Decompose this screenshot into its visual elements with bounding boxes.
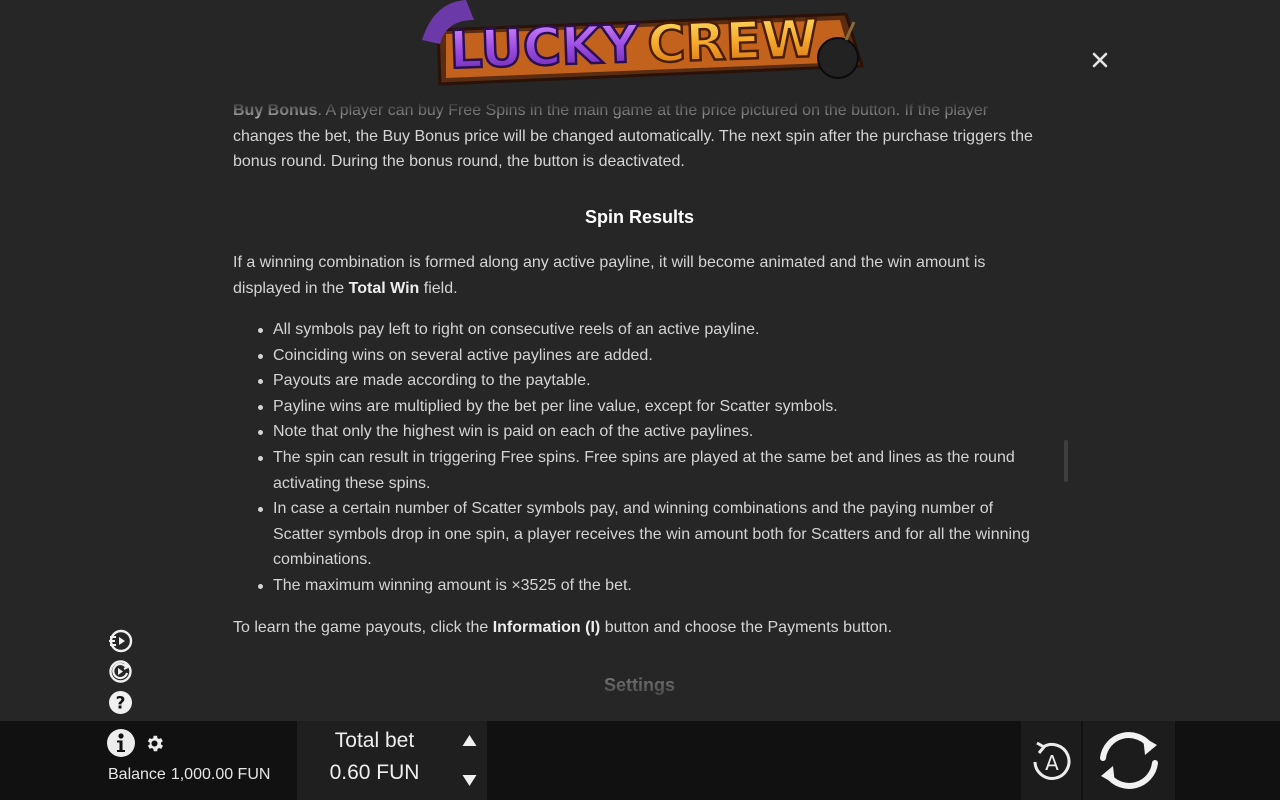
bet-adjust <box>452 721 487 800</box>
intro-text-before: If a winning combination is formed along… <box>233 254 986 297</box>
list-item: Payline wins are multiplied by the bet p… <box>258 394 1043 420</box>
spin-results-intro: If a winning combination is formed along… <box>233 250 1043 301</box>
list-item: The spin can result in triggering Free s… <box>258 445 1043 496</box>
gear-icon[interactable] <box>144 733 165 754</box>
svg-text:?: ? <box>116 694 126 714</box>
close-icon[interactable] <box>1086 46 1114 74</box>
autoplay-icon[interactable] <box>108 659 133 684</box>
game-logo: LUCKY CREW <box>416 0 866 92</box>
rules-content: Buy Bonus. A player can buy Free Spins i… <box>233 98 1043 720</box>
autoplay-button[interactable]: A <box>1021 721 1081 800</box>
balance-value: 1,000.00 FUN <box>170 766 271 783</box>
list-item: Coinciding wins on several active paylin… <box>258 343 1043 369</box>
total-win-term: Total Win <box>348 279 420 297</box>
list-item: Note that only the highest win is paid o… <box>258 419 1043 445</box>
logo-word-lucky: LUCKY <box>448 14 641 81</box>
bet-increase-button[interactable] <box>452 721 487 760</box>
logo-word-crew: CREW <box>646 9 819 75</box>
rules-scrollbar[interactable] <box>1064 440 1068 482</box>
spin-button[interactable] <box>1083 721 1175 800</box>
total-bet-value: 0.60 FUN <box>329 761 420 784</box>
info-icon[interactable] <box>106 728 136 758</box>
help-icon[interactable]: ? <box>108 690 133 715</box>
balance-display: Balance 1,000.00 FUN <box>108 766 275 784</box>
buy-bonus-term: Buy Bonus <box>233 102 318 119</box>
list-item: In case a certain number of Scatter symb… <box>258 496 1043 573</box>
bet-decrease-button[interactable] <box>452 761 487 800</box>
learn-payouts-paragraph: To learn the game payouts, click the Inf… <box>233 615 1043 641</box>
list-item: The maximum winning amount is ×3525 of t… <box>258 573 1043 599</box>
information-term: Information (I) <box>492 619 601 636</box>
total-bet-label: Total bet <box>334 729 415 752</box>
balance-label: Balance <box>108 766 166 783</box>
quick-spin-icon[interactable] <box>108 628 133 653</box>
spin-results-heading: Spin Results <box>584 207 695 227</box>
list-item: Payouts are made according to the paytab… <box>258 368 1043 394</box>
buy-bonus-paragraph: Buy Bonus. A player can buy Free Spins i… <box>233 98 1043 175</box>
learn-text-before: To learn the game payouts, click the <box>233 619 493 636</box>
list-item: All symbols pay left to right on consecu… <box>258 317 1043 343</box>
buy-bonus-text: . A player can buy Free Spins in the mai… <box>233 102 1033 171</box>
settings-heading: Settings <box>603 675 675 695</box>
learn-text-after: button and choose the Payments button. <box>600 619 893 636</box>
total-bet-panel: Total bet 0.60 FUN <box>297 721 452 800</box>
spin-results-list: All symbols pay left to right on consecu… <box>258 317 1043 599</box>
autoplay-label: A <box>1045 751 1059 775</box>
intro-text-after: field. <box>419 279 458 297</box>
